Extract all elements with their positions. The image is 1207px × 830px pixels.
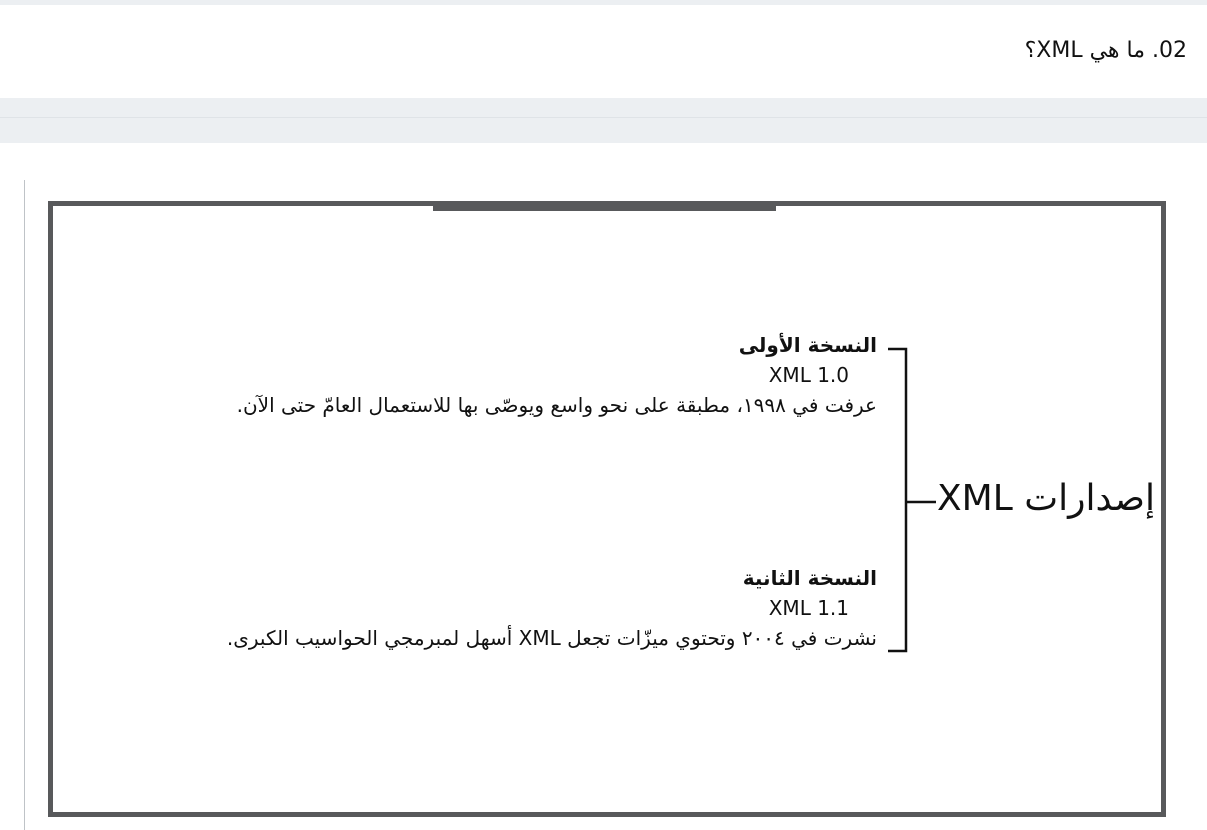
- version-2-title: النسخة الثانية: [742, 566, 877, 590]
- version-block-1: النسخة الأولى XML 1.0 عرفت في ١٩٩٨، مطبق…: [237, 330, 877, 420]
- version-2-number: XML 1.1: [768, 596, 849, 620]
- version-block-2: النسخة الثانية XML 1.1 نشرت في ٢٠٠٤ وتحت…: [227, 563, 877, 653]
- version-1-title: النسخة الأولى: [738, 333, 877, 357]
- version-1-number: XML 1.0: [768, 363, 849, 387]
- diagram-main-label: إصدارات XML: [937, 478, 1155, 519]
- version-1-description: عرفت في ١٩٩٨، مطبقة على نحو واسع ويوصّى …: [236, 393, 877, 417]
- curly-bracket: [888, 347, 908, 653]
- version-2-description: نشرت في ٢٠٠٤ وتحتوي ميزّات تجعل XML أسهل…: [226, 626, 877, 650]
